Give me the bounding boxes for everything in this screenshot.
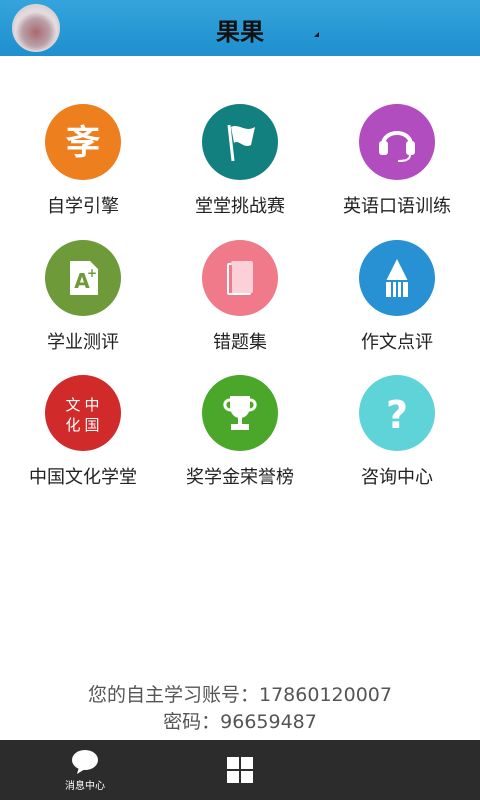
svg-text:?: ? <box>386 393 408 436</box>
feature-scholarship[interactable]: 奖学金荣誉榜 <box>160 375 320 505</box>
trophy-icon <box>202 375 278 451</box>
svg-text:斈: 斈 <box>65 123 100 163</box>
feature-label: 堂堂挑战赛 <box>195 196 285 217</box>
feature-label: 中国文化学堂 <box>29 467 137 488</box>
feature-assessment[interactable]: A + 学业测评 <box>3 240 163 370</box>
feature-label: 英语口语训练 <box>343 196 451 217</box>
svg-text:化: 化 <box>65 416 80 434</box>
feature-label: 作文点评 <box>361 332 433 353</box>
feature-label: 学业测评 <box>47 332 119 353</box>
tab-messages-label: 消息中心 <box>65 780 105 792</box>
feature-label: 咨询中心 <box>361 467 433 488</box>
feature-english-speaking[interactable]: 英语口语训练 <box>317 104 477 234</box>
feature-label: 奖学金荣誉榜 <box>186 467 294 488</box>
dropdown-caret-icon[interactable] <box>314 32 319 37</box>
flag-icon <box>202 104 278 180</box>
feature-mistakes[interactable]: 错题集 <box>160 240 320 370</box>
app-header: 果果 <box>0 0 480 56</box>
self-study-icon: 斈 <box>45 104 121 180</box>
svg-text:+: + <box>87 266 97 280</box>
headset-icon <box>359 104 435 180</box>
account-number-text: 您的自主学习账号：17860120007 <box>88 684 392 706</box>
feature-essay-review[interactable]: 作文点评 <box>317 240 477 370</box>
chinese-culture-seal-icon: 文 中 化 国 <box>45 375 121 451</box>
page-title[interactable]: 果果 <box>0 12 480 47</box>
question-icon: ? <box>359 375 435 451</box>
chat-bubble-icon <box>72 749 98 774</box>
svg-text:中: 中 <box>84 396 99 414</box>
tab-messages[interactable]: 消息中心 <box>50 740 120 800</box>
bottom-tab-bar: 消息中心 <box>0 740 480 800</box>
feature-label: 错题集 <box>213 332 267 353</box>
feature-consulting[interactable]: ? 咨询中心 <box>317 375 477 505</box>
feature-challenge[interactable]: 堂堂挑战赛 <box>160 104 320 234</box>
book-icon <box>202 240 278 316</box>
feature-self-study[interactable]: 斈 自学引擎 <box>3 104 163 234</box>
svg-text:国: 国 <box>84 416 99 434</box>
pencil-icon <box>359 240 435 316</box>
feature-label: 自学引擎 <box>47 196 119 217</box>
grade-document-icon: A + <box>45 240 121 316</box>
tab-apps[interactable] <box>220 740 260 800</box>
feature-chinese-culture[interactable]: 文 中 化 国 中国文化学堂 <box>3 375 163 505</box>
grid-icon <box>227 757 253 783</box>
account-password-text: 密码：96659487 <box>163 711 317 733</box>
svg-text:文: 文 <box>65 396 80 414</box>
